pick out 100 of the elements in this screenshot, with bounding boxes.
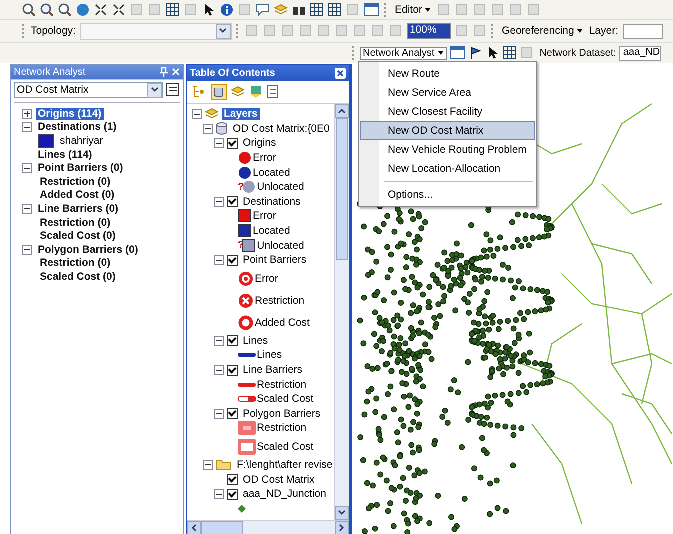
collapse-toggle[interactable]: [22, 163, 32, 174]
scroll-up-button[interactable]: [335, 104, 349, 118]
topology-label: Topology:: [31, 25, 76, 37]
tree-item[interactable]: Restriction (0): [38, 257, 113, 270]
layer-name[interactable]: Polygon Barriers: [241, 408, 323, 420]
collapse-toggle[interactable]: [214, 365, 224, 376]
list-by-visibility-icon[interactable]: [249, 85, 263, 99]
menu-item[interactable]: New Service Area: [360, 83, 535, 102]
zoom-in-icon[interactable]: [22, 2, 36, 16]
grid-icon[interactable]: [310, 2, 324, 16]
close-button[interactable]: [335, 68, 346, 78]
network-analyst-menu[interactable]: Network Analyst: [360, 46, 447, 60]
speech-bubble-icon[interactable]: [256, 2, 270, 16]
layer-checkbox[interactable]: [227, 474, 238, 486]
tree-item[interactable]: Origins (114): [36, 108, 104, 120]
layer-checkbox[interactable]: [227, 408, 238, 420]
pointer-icon[interactable]: [202, 2, 216, 16]
network-dataset-field[interactable]: aaa_ND: [619, 46, 662, 60]
tree-item[interactable]: Point Barriers (0): [36, 162, 126, 174]
legend-label: Error: [253, 152, 276, 164]
layer-checkbox[interactable]: [227, 196, 238, 208]
tree-item[interactable]: Scaled Cost (0): [38, 230, 118, 242]
georeferencing-menu[interactable]: Georeferencing: [500, 25, 586, 37]
layer-dropdown[interactable]: [622, 24, 663, 38]
tree-item[interactable]: Added Cost (0): [38, 189, 117, 202]
collapse-toggle[interactable]: [214, 336, 224, 346]
layer-stack-icon[interactable]: [231, 85, 245, 99]
menu-item[interactable]: New Route: [360, 64, 535, 83]
scrollbar-thumb[interactable]: [336, 118, 348, 260]
legend-label: Added Cost: [255, 316, 310, 329]
editor-menu[interactable]: Editor: [393, 4, 434, 16]
collapse-toggle[interactable]: [203, 124, 213, 134]
menu-item[interactable]: New Vehicle Routing Problem: [360, 140, 535, 159]
tree-item[interactable]: Polygon Barriers (0): [36, 244, 140, 256]
layer-name[interactable]: OD Cost Matrix:{0E0: [231, 122, 332, 135]
layer-name[interactable]: Origins: [241, 137, 278, 150]
close-icon[interactable]: [172, 68, 180, 76]
collapse-toggle[interactable]: [214, 196, 224, 207]
collapse-toggle[interactable]: [203, 460, 213, 470]
grid-icon[interactable]: [328, 2, 342, 16]
globe-icon[interactable]: [76, 2, 90, 16]
tree-item[interactable]: Line Barriers (0): [36, 202, 121, 215]
problem-dropdown[interactable]: OD Cost Matrix: [14, 82, 163, 98]
tree-item[interactable]: Restriction (0): [38, 216, 113, 229]
collapse-toggle[interactable]: [22, 204, 32, 214]
collapse-toggle[interactable]: [214, 489, 224, 500]
arrows-icon[interactable]: [112, 2, 126, 16]
layer-name[interactable]: OD Cost Matrix: [241, 474, 317, 486]
layer-name[interactable]: Layers: [222, 108, 260, 120]
info-icon[interactable]: [220, 2, 234, 16]
dropdown-arrow-button[interactable]: [147, 82, 162, 98]
layer-checkbox[interactable]: [227, 335, 238, 346]
tree-item[interactable]: shahriyar: [58, 134, 106, 147]
scroll-left-button[interactable]: [187, 521, 201, 534]
layer-checkbox[interactable]: [227, 254, 238, 266]
grid-icon[interactable]: [166, 2, 180, 16]
dropdown-button[interactable]: [216, 24, 231, 38]
menu-item[interactable]: New OD Cost Matrix: [360, 121, 535, 140]
collapse-toggle[interactable]: [214, 138, 224, 148]
properties-button[interactable]: [166, 83, 180, 97]
zoom-field[interactable]: 100%: [406, 23, 451, 39]
layer-checkbox[interactable]: [227, 488, 238, 500]
tree-item[interactable]: Lines (114): [36, 148, 94, 161]
list-by-drawing-order-icon[interactable]: [211, 84, 227, 100]
scroll-down-button[interactable]: [335, 506, 349, 520]
layer-name[interactable]: Lines: [241, 334, 270, 347]
window-icon[interactable]: [450, 46, 466, 60]
menu-item[interactable]: New Location-Allocation: [360, 159, 535, 178]
database-icon[interactable]: [216, 122, 228, 136]
collapse-toggle[interactable]: [214, 408, 224, 419]
options-icon[interactable]: [267, 85, 279, 99]
layer-name[interactable]: Line Barriers: [241, 364, 305, 376]
collapse-toggle[interactable]: [192, 109, 202, 120]
layer-name[interactable]: Destinations: [241, 196, 303, 208]
menu-item[interactable]: Options...: [360, 185, 535, 204]
window-icon[interactable]: [364, 2, 380, 16]
scrollbar-thumb[interactable]: [201, 521, 243, 534]
tree-item[interactable]: Destinations (1): [36, 121, 119, 134]
collapse-toggle[interactable]: [214, 255, 224, 266]
panel-title: Network Analyst: [14, 66, 86, 78]
arrows-icon[interactable]: [94, 2, 108, 16]
pin-icon[interactable]: [160, 67, 168, 77]
layer-name[interactable]: aaa_ND_Junction: [241, 488, 328, 500]
scroll-right-button[interactable]: [335, 521, 349, 534]
collapse-toggle[interactable]: [22, 244, 32, 255]
collapse-toggle[interactable]: [22, 122, 32, 132]
layer-name[interactable]: Point Barriers: [241, 254, 309, 266]
layer-checkbox[interactable]: [227, 364, 238, 376]
menu-item[interactable]: New Closest Facility: [360, 102, 535, 121]
layer-name[interactable]: F:\lenght\after revise: [235, 458, 334, 471]
layer-checkbox[interactable]: [227, 138, 238, 149]
flag-icon[interactable]: [468, 46, 483, 60]
tree-item[interactable]: Scaled Cost (0): [38, 270, 118, 283]
expand-toggle[interactable]: [22, 108, 32, 119]
legend-label: Restriction: [255, 294, 305, 307]
zoom-out-icon[interactable]: [40, 2, 54, 16]
grid-icon[interactable]: [502, 46, 517, 60]
list-by-source-icon[interactable]: [191, 85, 207, 99]
tree-item[interactable]: Restriction (0): [38, 176, 113, 188]
zoom-in-icon[interactable]: [58, 2, 72, 16]
